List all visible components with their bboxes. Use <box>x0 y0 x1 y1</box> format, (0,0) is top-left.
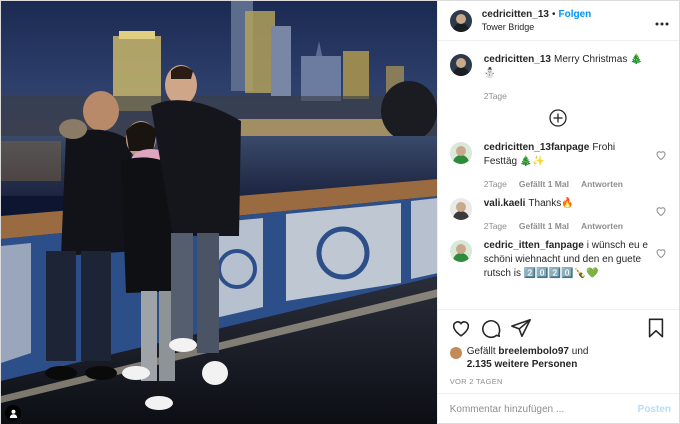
plus-circle-icon <box>549 109 568 127</box>
follow-button[interactable]: Folgen <box>559 9 592 20</box>
post-header: cedricitten_13 • Folgen Tower Bridge <box>437 1 679 41</box>
commenter-username[interactable]: cedricitten_13fanpage <box>484 142 590 153</box>
comment-text: Thanks🔥 <box>528 198 574 209</box>
tower-bridge-photo <box>1 1 437 424</box>
post-timestamp[interactable]: VOR 2 TAGEN <box>438 375 679 393</box>
commenter-username[interactable]: vali.kaeli <box>484 198 526 209</box>
location-link[interactable]: Tower Bridge <box>482 21 655 33</box>
comment-likes[interactable]: Gefällt 1 Mal <box>519 221 569 231</box>
comment-time[interactable]: 2Tage <box>484 221 507 231</box>
post-details-panel: cedricitten_13 • Folgen Tower Bridge cedri… <box>436 1 679 424</box>
like-heart-icon[interactable] <box>450 317 472 339</box>
comment-item: cedricitten_13fanpage Frohi Festtäg 🎄✨ 2T… <box>449 141 667 189</box>
comment-bubble-icon[interactable] <box>480 317 502 339</box>
heart-icon[interactable] <box>655 205 667 217</box>
commenter-avatar[interactable] <box>449 142 472 164</box>
header-text: cedricitten_13 • Folgen Tower Bridge <box>482 9 655 33</box>
add-comment-form: Posten <box>437 393 679 424</box>
author-username[interactable]: cedricitten_13 <box>482 9 549 20</box>
caption-username[interactable]: cedricitten_13 <box>484 54 551 65</box>
author-avatar[interactable] <box>449 9 472 32</box>
comment-item: vali.kaeli Thanks🔥 2Tage Gefällt 1 Mal An… <box>449 197 667 231</box>
liker-username[interactable]: breelembolo97 <box>498 346 569 357</box>
commenter-avatar[interactable] <box>449 198 472 220</box>
commenter-avatar[interactable] <box>449 240 472 262</box>
instagram-post: cedricitten_13 • Folgen Tower Bridge cedri… <box>0 0 680 424</box>
caption: cedricitten_13 Merry Christmas 🎄⛄ 2Tage <box>449 53 667 101</box>
more-horizontal-icon[interactable] <box>655 16 669 26</box>
commenter-username[interactable]: cedric_itten_fanpage <box>484 240 584 251</box>
reply-button[interactable]: Antworten <box>581 179 623 189</box>
likes-others-link[interactable]: 2.135 weitere Personen <box>467 359 578 370</box>
caption-time[interactable]: 2Tage <box>484 91 507 101</box>
load-more-comments-button[interactable] <box>450 109 667 127</box>
heart-icon[interactable] <box>655 247 667 259</box>
comment-item: cedric_itten_fanpage i wünsch eu e schöni… <box>449 239 667 281</box>
likes-prefix: Gefällt <box>466 346 496 357</box>
comments-list: cedricitten_13 Merry Christmas 🎄⛄ 2Tage c… <box>438 41 679 309</box>
bookmark-icon[interactable] <box>645 317 667 339</box>
tagged-users-button[interactable] <box>5 405 21 421</box>
heart-icon[interactable] <box>655 149 667 161</box>
post-photo[interactable] <box>1 1 437 424</box>
post-comment-button[interactable]: Posten <box>638 404 671 415</box>
comment-likes[interactable]: Gefällt 1 Mal <box>519 179 569 189</box>
comment-time[interactable]: 2Tage <box>484 179 507 189</box>
liker-avatar[interactable] <box>449 347 462 359</box>
likes-conjunction: und <box>571 346 589 357</box>
reply-button[interactable]: Antworten <box>581 221 623 231</box>
action-bar <box>437 309 679 345</box>
separator-dot: • <box>551 8 556 20</box>
user-icon <box>9 409 17 418</box>
likes-summary: Gefällt breelembolo97 und 2.135 weitere … <box>438 345 679 375</box>
comment-input[interactable] <box>449 404 638 415</box>
share-paper-plane-icon[interactable] <box>510 317 532 339</box>
caption-avatar[interactable] <box>449 54 472 76</box>
